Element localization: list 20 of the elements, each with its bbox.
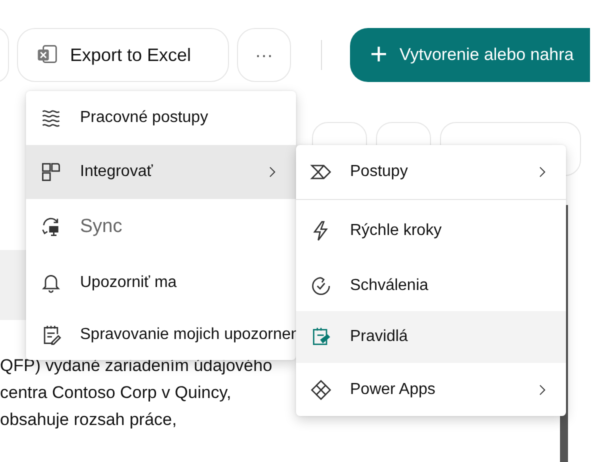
menu-item[interactable]: Pracovné postupy — [26, 91, 296, 145]
body-text: QFP) vydané zariadením údajového — [0, 355, 272, 377]
export-button[interactable]: Export to Excel — [17, 28, 229, 82]
waves-icon — [40, 107, 62, 129]
body-text: obsahuje rozsah práce, — [0, 409, 178, 431]
excel-icon — [36, 44, 58, 66]
grid-icon — [40, 161, 62, 183]
menu-item[interactable]: Upozorniť ma — [26, 255, 296, 310]
diamond-icon — [310, 378, 332, 400]
rules-icon — [310, 326, 332, 348]
menu-item[interactable]: Schválenia — [296, 261, 566, 311]
create-button[interactable]: + Vytvorenie alebo nahra — [350, 28, 590, 82]
menu-item[interactable]: Power Apps — [296, 363, 566, 416]
menu-item[interactable]: Pravidlá — [296, 311, 566, 363]
menu-item[interactable]: Rýchle kroky — [296, 200, 566, 261]
menu-item[interactable]: Postupy — [296, 145, 566, 200]
more-button[interactable]: ··· — [237, 28, 291, 82]
menu-item[interactable]: Integrovať — [26, 145, 296, 199]
list-row-background — [0, 250, 26, 320]
body-text: centra Contoso Corp v Quincy, — [0, 382, 232, 404]
